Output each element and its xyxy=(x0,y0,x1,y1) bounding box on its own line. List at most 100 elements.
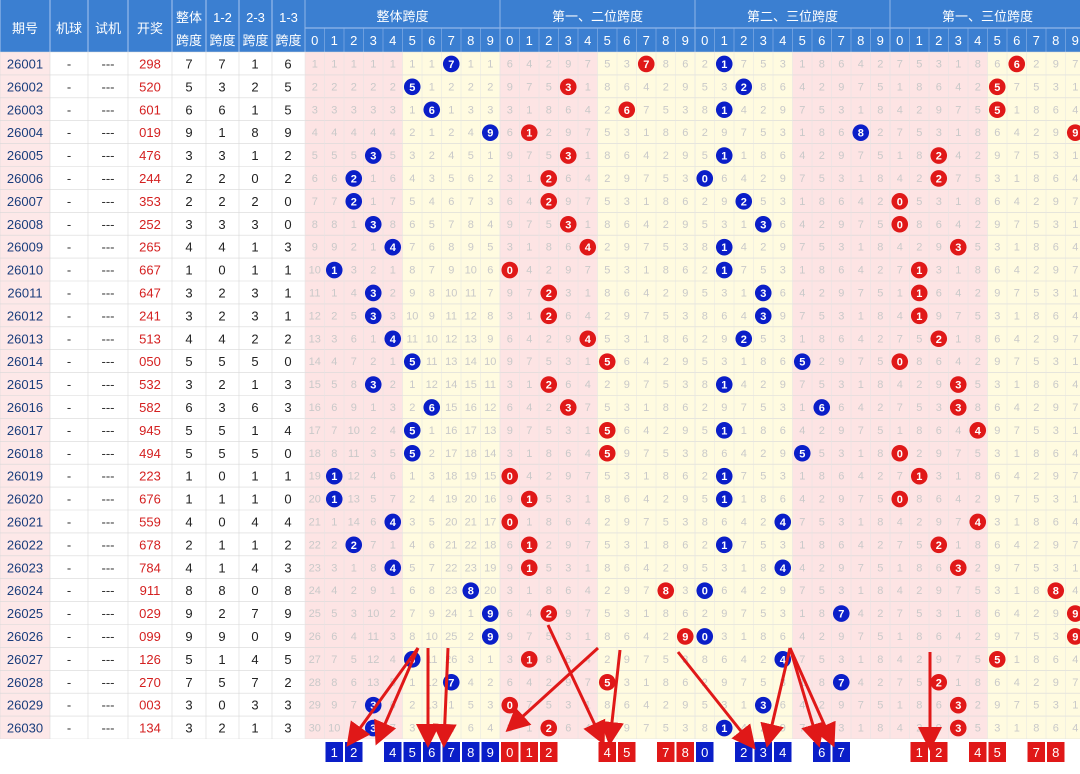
missing-count: 4 xyxy=(1014,127,1020,139)
missing-count: 6 xyxy=(994,265,1000,277)
bottom-digit-label: 4 xyxy=(389,745,396,760)
missing-count: 4 xyxy=(858,58,864,70)
missing-count: 6 xyxy=(624,562,630,574)
missing-count: 3 xyxy=(565,631,571,643)
row-issue: 26009 xyxy=(7,240,43,255)
missing-count: 3 xyxy=(507,379,513,391)
missing-count: 9 xyxy=(838,425,844,437)
missing-count: 3 xyxy=(994,585,1000,597)
hit-ball-label: 0 xyxy=(897,448,903,460)
missing-count: 1 xyxy=(897,425,903,437)
missing-count: 2 xyxy=(546,677,552,689)
missing-count: 1 xyxy=(526,585,532,597)
digit-header-0-2: 2 xyxy=(350,33,357,48)
hit-ball-label: 6 xyxy=(624,105,630,117)
missing-count: 2 xyxy=(546,471,552,483)
missing-count: 1 xyxy=(858,104,864,116)
missing-count: 21 xyxy=(445,539,457,551)
missing-count: 12 xyxy=(348,471,360,483)
missing-count: 5 xyxy=(663,104,669,116)
missing-count: 8 xyxy=(702,104,708,116)
missing-count: 1 xyxy=(487,150,493,162)
missing-count: 18 xyxy=(465,448,477,460)
bottom-digit-label: 2 xyxy=(740,745,747,760)
bottom-digit-label: 8 xyxy=(1052,745,1059,760)
missing-count: 8 xyxy=(916,219,922,231)
missing-count: 7 xyxy=(1072,196,1078,208)
missing-count: 2 xyxy=(819,81,825,93)
hit-ball-label: 5 xyxy=(409,357,415,369)
missing-count: 4 xyxy=(526,677,532,689)
missing-count: 4 xyxy=(585,379,591,391)
row-trial: --- xyxy=(102,102,115,117)
row-draw: 945 xyxy=(139,423,161,438)
missing-count: 5 xyxy=(877,150,883,162)
missing-count: 1 xyxy=(897,562,903,574)
hit-ball-label: 9 xyxy=(487,609,493,621)
missing-count: 9 xyxy=(507,150,513,162)
missing-count: 9 xyxy=(994,700,1000,712)
missing-count: 3 xyxy=(390,310,396,322)
missing-count: 9 xyxy=(838,81,844,93)
missing-count: 6 xyxy=(682,58,688,70)
row-s12: 5 xyxy=(218,675,225,690)
hit-ball-label: 2 xyxy=(741,334,747,346)
missing-count: 6 xyxy=(507,196,513,208)
missing-count: 9 xyxy=(565,608,571,620)
missing-count: 2 xyxy=(702,127,708,139)
missing-count: 2 xyxy=(702,58,708,70)
missing-count: 4 xyxy=(643,562,649,574)
missing-count: 4 xyxy=(585,104,591,116)
missing-count: 9 xyxy=(331,700,337,712)
missing-count: 8 xyxy=(1033,654,1039,666)
row-s13: 9 xyxy=(284,629,291,644)
missing-count: 6 xyxy=(624,425,630,437)
row-draw: 559 xyxy=(139,514,161,529)
missing-count: 6 xyxy=(936,356,942,368)
digit-header-3-5: 5 xyxy=(994,33,1001,48)
row-s23: 1 xyxy=(251,377,258,392)
row-machine: - xyxy=(67,79,71,94)
missing-count: 2 xyxy=(877,539,883,551)
missing-count: 4 xyxy=(955,494,961,506)
missing-count: 2 xyxy=(760,585,766,597)
missing-count: 4 xyxy=(741,379,747,391)
missing-count: 9 xyxy=(448,265,454,277)
missing-count: 9 xyxy=(682,425,688,437)
missing-count: 9 xyxy=(507,81,513,93)
row-draw: 582 xyxy=(139,400,161,415)
missing-count: 7 xyxy=(643,723,649,735)
missing-count: 9 xyxy=(507,631,513,643)
missing-count: 8 xyxy=(604,287,610,299)
missing-count: 1 xyxy=(858,723,864,735)
missing-count: 11 xyxy=(368,631,379,643)
hit-ball-label: 2 xyxy=(741,82,747,94)
row-s23: 1 xyxy=(251,148,258,163)
hit-ball-label: 8 xyxy=(1053,586,1059,598)
digit-header-3-8: 8 xyxy=(1052,33,1059,48)
row-draw: 676 xyxy=(139,492,161,507)
bottom-digit-label: 7 xyxy=(838,745,845,760)
missing-count: 3 xyxy=(624,471,630,483)
missing-count: 7 xyxy=(741,539,747,551)
missing-count: 1 xyxy=(955,196,961,208)
missing-count: 11 xyxy=(348,448,359,460)
missing-count: 7 xyxy=(526,287,532,299)
missing-count: 3 xyxy=(331,562,337,574)
hit-ball-label: 8 xyxy=(468,586,474,598)
missing-count: 7 xyxy=(955,310,961,322)
missing-count: 3 xyxy=(409,516,415,528)
missing-count: 8 xyxy=(916,631,922,643)
missing-count: 7 xyxy=(1014,81,1020,93)
missing-count: 8 xyxy=(409,265,415,277)
missing-count: 1 xyxy=(897,287,903,299)
missing-count: 9 xyxy=(624,516,630,528)
missing-count: 4 xyxy=(1014,196,1020,208)
missing-count: 9 xyxy=(429,608,435,620)
missing-count: 7 xyxy=(1014,425,1020,437)
missing-count: 5 xyxy=(916,58,922,70)
missing-count: 7 xyxy=(858,356,864,368)
row-machine: - xyxy=(67,56,71,71)
row-s12: 2 xyxy=(218,721,225,736)
missing-count: 3 xyxy=(1053,631,1059,643)
